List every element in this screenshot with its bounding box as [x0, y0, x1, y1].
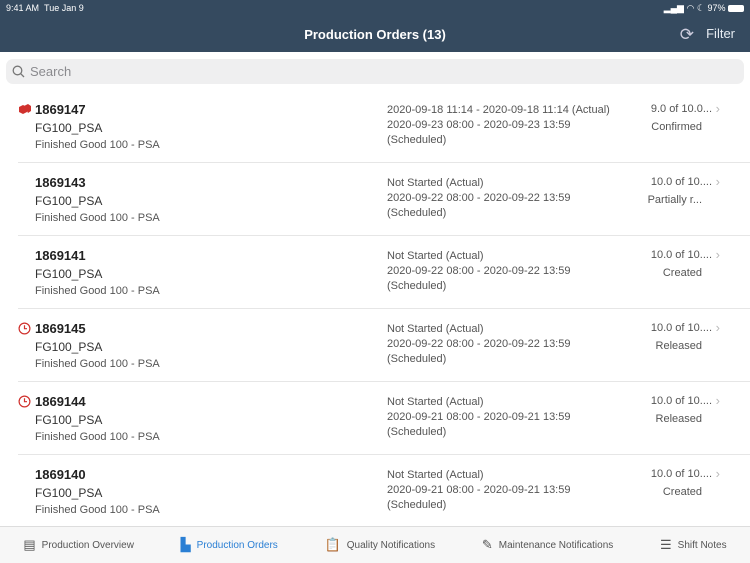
actual-dates: Not Started (Actual) [387, 396, 484, 408]
page-title: Production Orders (13) [304, 26, 446, 42]
scheduled-dates: 2020-09-21 08:00 - 2020-09-21 13:59 [387, 411, 571, 423]
order-id: 1869145 [35, 321, 86, 336]
tab-shift-notes[interactable]: ☰ Shift Notes [660, 537, 727, 553]
order-quantity: 10.0 of 10.... [650, 395, 712, 407]
order-status: Confirmed [651, 121, 702, 133]
chevron-right-icon: › [715, 320, 720, 335]
order-id: 1869143 [35, 175, 86, 190]
order-row[interactable]: 1869145 FG100_PSA Finished Good 100 - PS… [18, 309, 750, 382]
order-status: Partially r... [647, 194, 702, 206]
order-id: 1869141 [35, 248, 86, 263]
chevron-right-icon: › [715, 393, 720, 408]
order-material: FG100_PSA [35, 194, 103, 208]
battery-level: 97% [707, 3, 726, 13]
status-date: Tue Jan 9 [44, 3, 84, 13]
tab-label: Maintenance Notifications [498, 539, 614, 551]
order-material: FG100_PSA [35, 413, 103, 427]
refresh-icon[interactable]: ⟳ [680, 25, 694, 45]
tab-label: Quality Notifications [346, 539, 436, 551]
order-id: 1869144 [35, 394, 86, 409]
battery-icon [728, 5, 744, 13]
order-material: FG100_PSA [35, 340, 103, 354]
wifi-icon: ◠ [686, 3, 695, 13]
factory-icon: ▙ [180, 537, 191, 552]
tab-quality-notifications[interactable]: 📋 Quality Notifications [325, 537, 436, 553]
clipboard-icon: 📋 [324, 537, 341, 552]
actual-dates: 2020-09-18 11:14 - 2020-09-18 11:14 (Act… [387, 104, 610, 116]
tab-maintenance-notifications[interactable]: ✎ Maintenance Notifications [482, 537, 613, 553]
search-input[interactable]: Search [6, 59, 744, 84]
order-quantity: 10.0 of 10.... [650, 176, 712, 188]
scheduled-dates: 2020-09-22 08:00 - 2020-09-22 13:59 [387, 192, 571, 204]
chevron-right-icon: › [715, 466, 720, 481]
order-status: Released [655, 340, 702, 352]
order-quantity: 9.0 of 10.0... [650, 103, 712, 115]
chevron-right-icon: › [715, 101, 720, 116]
order-description: Finished Good 100 - PSA [35, 431, 160, 443]
orders-list: 1869147 FG100_PSA Finished Good 100 - PS… [0, 90, 750, 528]
chevron-right-icon: › [715, 247, 720, 262]
tab-label: Production Orders [196, 539, 278, 551]
scheduled-label: (Scheduled) [387, 207, 447, 219]
order-material: FG100_PSA [35, 121, 103, 135]
order-description: Finished Good 100 - PSA [35, 139, 160, 151]
scheduled-label: (Scheduled) [387, 134, 447, 146]
tab-production-overview[interactable]: ▤ Production Overview [23, 537, 134, 553]
tab-production-orders[interactable]: ▙ Production Orders [181, 537, 278, 553]
moon-icon: ☾ [696, 3, 705, 13]
order-description: Finished Good 100 - PSA [35, 212, 160, 224]
scheduled-dates: 2020-09-21 08:00 - 2020-09-21 13:59 [387, 484, 571, 496]
order-status: Released [655, 413, 702, 425]
order-status: Created [662, 486, 702, 498]
order-description: Finished Good 100 - PSA [35, 358, 160, 370]
order-row[interactable]: 1869143 FG100_PSA Finished Good 100 - PS… [18, 163, 750, 236]
signal-icon: ▂▄▆ [663, 3, 684, 13]
order-material: FG100_PSA [35, 486, 103, 500]
header: 9:41 AM Tue Jan 9 ▂▄▆ ◠ ☾ 97% Production… [0, 0, 750, 52]
chevron-right-icon: › [715, 174, 720, 189]
scheduled-label: (Scheduled) [387, 499, 447, 511]
actual-dates: Not Started (Actual) [387, 323, 484, 335]
actual-dates: Not Started (Actual) [387, 177, 484, 189]
scheduled-label: (Scheduled) [387, 353, 447, 365]
notes-icon: ☰ [660, 537, 672, 552]
scheduled-label: (Scheduled) [387, 280, 447, 292]
order-id: 1869140 [35, 467, 86, 482]
search-icon [12, 65, 25, 78]
tab-label: Shift Notes [677, 539, 727, 551]
search-placeholder: Search [30, 64, 72, 79]
edit-document-icon: ✎ [481, 537, 493, 552]
order-quantity: 10.0 of 10.... [650, 249, 712, 261]
scheduled-dates: 2020-09-22 08:00 - 2020-09-22 13:59 [387, 265, 571, 277]
order-quantity: 10.0 of 10.... [650, 322, 712, 334]
clock-icon [18, 322, 31, 335]
cubes-icon [19, 104, 31, 114]
order-description: Finished Good 100 - PSA [35, 285, 160, 297]
report-icon: ▤ [23, 537, 36, 552]
scheduled-dates: 2020-09-22 08:00 - 2020-09-22 13:59 [387, 338, 571, 350]
order-row[interactable]: 1869147 FG100_PSA Finished Good 100 - PS… [18, 90, 750, 163]
clock-icon [18, 395, 31, 408]
order-quantity: 10.0 of 10.... [650, 468, 712, 480]
order-material: FG100_PSA [35, 267, 103, 281]
actual-dates: Not Started (Actual) [387, 469, 484, 481]
order-row[interactable]: 1869141 FG100_PSA Finished Good 100 - PS… [18, 236, 750, 309]
scheduled-dates: 2020-09-23 08:00 - 2020-09-23 13:59 [387, 119, 571, 131]
order-row[interactable]: 1869144 FG100_PSA Finished Good 100 - PS… [18, 382, 750, 455]
order-status: Created [662, 267, 702, 279]
status-time: 9:41 AM [6, 3, 40, 13]
actual-dates: Not Started (Actual) [387, 250, 484, 262]
tab-bar: ▤ Production Overview ▙ Production Orders 📋 Q… [0, 526, 750, 563]
order-id: 1869147 [35, 102, 86, 117]
status-bar: 9:41 AM Tue Jan 9 ▂▄▆ ◠ ☾ 97% [0, 0, 750, 16]
filter-button[interactable]: Filter [706, 26, 735, 41]
order-description: Finished Good 100 - PSA [35, 504, 160, 516]
tab-label: Production Overview [41, 539, 134, 551]
order-row[interactable]: 1869140 FG100_PSA Finished Good 100 - PS… [18, 455, 750, 528]
scheduled-label: (Scheduled) [387, 426, 447, 438]
